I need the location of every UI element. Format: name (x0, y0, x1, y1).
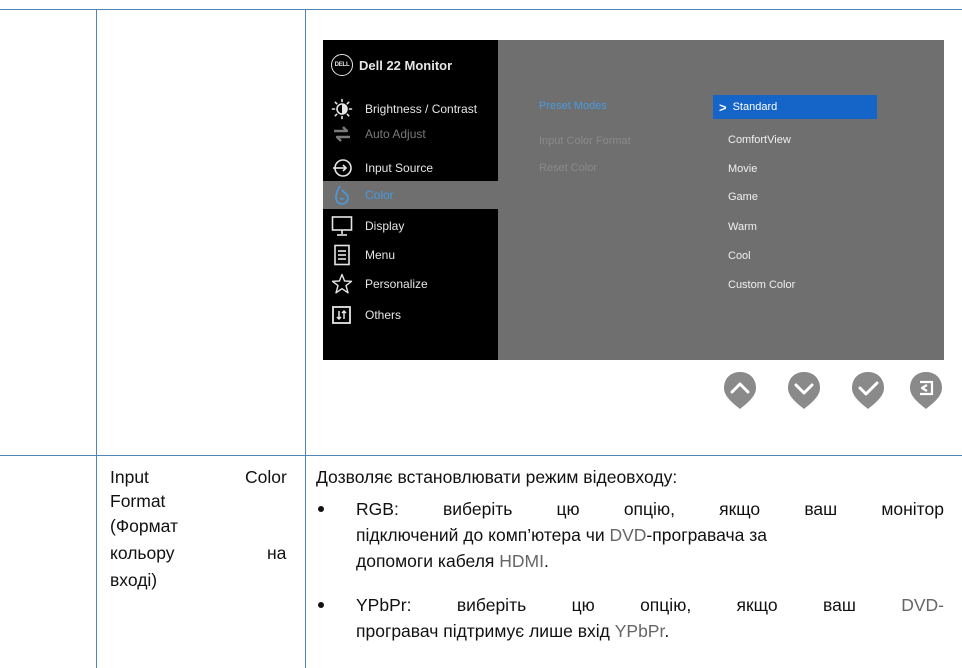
bullet-ypbpr-line1: YPbPr: виберіть цю опцію, якщо ваш DVD- (356, 593, 944, 617)
option-label: Standard (732, 101, 778, 113)
bullet-rgb-line1: RGB: виберіть цю опцію, якщо ваш монітор (356, 497, 944, 521)
option-cool[interactable]: Cool (713, 244, 877, 268)
menu-item-auto-adjust[interactable]: Auto Adjust (323, 120, 498, 148)
label-line3: (Формат (110, 516, 178, 536)
back-button[interactable] (908, 370, 944, 410)
submenu-input-color-format[interactable]: Input Color Format (539, 135, 631, 147)
menu-label: Menu (365, 248, 396, 262)
label-line1-left: Input (110, 467, 149, 487)
menu-item-color[interactable]: Color (323, 181, 498, 209)
text-gray: DVD (609, 525, 647, 545)
down-arrow-icon (788, 372, 820, 409)
menu-icon (331, 244, 353, 266)
text: -програвача за (646, 525, 767, 545)
term-ypbpr: YPbPr (356, 595, 407, 615)
word-gray: DVD- (901, 595, 944, 615)
selected-arrow: > (719, 99, 727, 115)
up-arrow-icon (724, 372, 756, 409)
word: виберіть (442, 499, 513, 519)
check-icon (852, 372, 884, 409)
up-button[interactable] (722, 370, 758, 410)
text-gray: HDMI (499, 551, 544, 571)
menu-label: Brightness / Contrast (365, 102, 478, 116)
menu-item-brightness-contrast[interactable]: Brightness / Contrast (323, 95, 498, 123)
color-icon (331, 184, 353, 206)
others-icon (331, 304, 353, 326)
menu-label: Auto Adjust (365, 127, 426, 141)
bullet-dot (318, 506, 324, 512)
option-label: Warm (728, 221, 757, 233)
description-intro: Дозволяє встановлювати режим відеовходу: (316, 467, 678, 487)
bullet-dot (318, 602, 324, 608)
word: монітор (881, 499, 944, 519)
text: допомоги кабеля (356, 551, 500, 571)
input-source-icon (331, 157, 353, 179)
table-row-divider (0, 455, 962, 456)
menu-item-menu[interactable]: Menu (323, 241, 498, 269)
down-button[interactable] (786, 370, 822, 410)
option-label: Cool (728, 250, 751, 262)
text: підключений до комп’ютера чи (356, 525, 610, 545)
word: опцію, (640, 595, 692, 615)
option-label: Game (728, 191, 758, 203)
label-line1-right: Color (245, 467, 287, 487)
text: програвач підтримує лише вхід (356, 621, 615, 641)
option-custom-color[interactable]: Custom Color (713, 273, 877, 297)
table-col-divider-1 (96, 9, 97, 668)
option-label: Custom Color (728, 279, 796, 291)
colon: : (406, 595, 412, 615)
bullet-rgb-line2: підключений до комп’ютера чи DVD-програв… (356, 523, 767, 547)
menu-item-input-source[interactable]: Input Source (323, 154, 498, 182)
bullet-ypbpr-line2: програвач підтримує лише вхід YPbPr. (356, 619, 669, 643)
menu-label: Color (365, 188, 394, 202)
personalize-star-icon (331, 273, 353, 295)
osd-title: Dell 22 Monitor (359, 57, 453, 73)
word: виберіть (456, 595, 527, 615)
option-standard[interactable]: > Standard (713, 95, 877, 119)
submenu-preset-modes[interactable]: Preset Modes (539, 100, 607, 112)
menu-label: Others (365, 308, 402, 322)
label-line4-left: кольору (110, 543, 175, 563)
submenu-reset-color[interactable]: Reset Color (539, 162, 597, 174)
text: . (664, 621, 670, 641)
option-label: ComfortView (728, 134, 791, 146)
term-rgb: RGB (356, 499, 394, 519)
auto-adjust-icon (331, 123, 353, 145)
bullet-rgb-line3: допомоги кабеля HDMI. (356, 549, 549, 573)
label-line4-right: на (267, 543, 287, 563)
text: . (543, 551, 549, 571)
brightness-icon (331, 98, 353, 120)
menu-item-display[interactable]: Display (323, 212, 498, 240)
word: опцію, (623, 499, 675, 519)
label-line5: вході) (110, 570, 158, 590)
option-comfortview[interactable]: ComfortView (713, 128, 877, 152)
table-col-divider-2 (305, 9, 306, 668)
menu-label: Personalize (365, 277, 428, 291)
back-icon (910, 372, 942, 409)
option-movie[interactable]: Movie (713, 157, 877, 181)
option-game[interactable]: Game (713, 185, 877, 209)
menu-label: Input Source (365, 161, 434, 175)
display-icon (331, 215, 353, 237)
text-gray: YPbPr (614, 621, 665, 641)
table-top-border (0, 9, 962, 10)
option-label: Movie (728, 163, 758, 175)
label-line2: Format (110, 491, 166, 511)
dell-logo: DELL (331, 54, 353, 76)
menu-label: Display (365, 219, 405, 233)
word: якщо (736, 595, 778, 615)
word: ваш (804, 499, 838, 519)
word: цю (556, 499, 580, 519)
osd-main-menu: DELL Dell 22 Monitor Brightness / Contra… (323, 40, 498, 360)
menu-item-others[interactable]: Others (323, 301, 498, 329)
word: якщо (719, 499, 761, 519)
colon: : (393, 499, 399, 519)
word: ваш (822, 595, 856, 615)
option-warm[interactable]: Warm (713, 215, 877, 239)
word: цю (571, 595, 595, 615)
menu-item-personalize[interactable]: Personalize (323, 270, 498, 298)
osd-menu-screenshot: DELL Dell 22 Monitor Brightness / Contra… (323, 40, 944, 360)
osd-header: DELL Dell 22 Monitor (331, 54, 452, 76)
confirm-button[interactable] (850, 370, 886, 410)
